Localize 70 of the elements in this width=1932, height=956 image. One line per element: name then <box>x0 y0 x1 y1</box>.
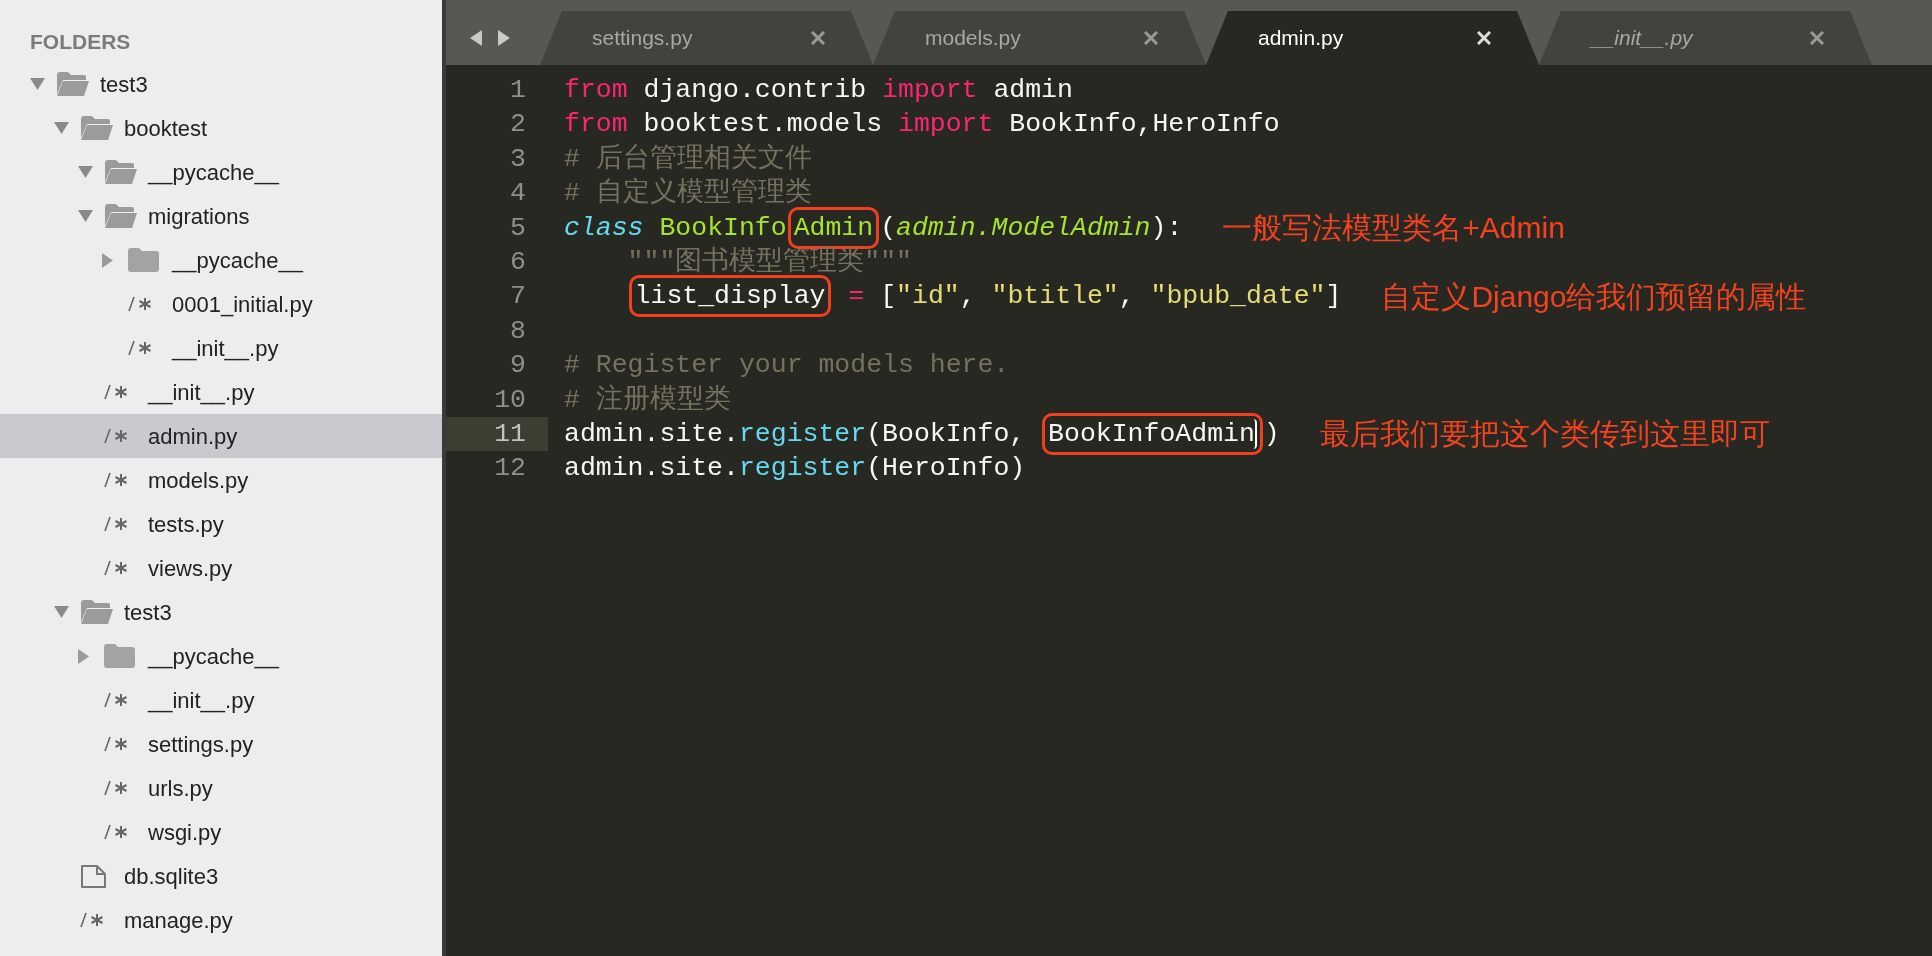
tab[interactable]: models.py <box>873 11 1206 65</box>
tree-item[interactable]: test3 <box>0 62 442 106</box>
tree-item[interactable]: admin.py <box>0 414 442 458</box>
code-line: # 后台管理相关文件 <box>564 142 812 176</box>
line-number: 1 <box>509 74 527 107</box>
code-file-icon <box>128 295 152 313</box>
code-line: admin.site.register(BookInfo, BookInfoAdmin ) <box>564 416 1280 452</box>
code-line: # 自定义模型管理类 <box>564 176 812 211</box>
folder-icon <box>128 248 159 272</box>
open-folder-icon <box>80 116 114 140</box>
tree-item[interactable]: manage.py <box>0 898 442 942</box>
code-file-icon <box>104 427 128 445</box>
open-folder-icon <box>104 160 138 184</box>
line-number: 6 <box>509 245 527 279</box>
tab[interactable]: __init__.py <box>1539 11 1872 65</box>
tree-item[interactable]: views.py <box>0 546 442 590</box>
tree-item[interactable]: settings.py <box>0 722 442 766</box>
tree-item[interactable]: wsgi.py <box>0 810 442 854</box>
sidebar-header: FOLDERS <box>29 29 131 55</box>
tree-item[interactable]: __init__.py <box>0 370 442 414</box>
line-number: 11 <box>446 416 548 452</box>
code-line: # Register your models here. <box>564 349 1010 383</box>
code-line: from booktest.models import BookInfo,HeroInfo <box>564 108 1280 142</box>
tree-item[interactable]: 0001_initial.py <box>0 282 442 326</box>
tree-item[interactable]: __init__.py <box>0 678 442 722</box>
folder-icon <box>104 644 135 668</box>
line-number: 12 <box>493 452 527 486</box>
open-folder-icon <box>104 204 138 228</box>
code-file-icon <box>128 339 152 357</box>
tree-item[interactable]: tests.py <box>0 502 442 546</box>
tree-item[interactable]: models.py <box>0 458 442 502</box>
code-line: # 注册模型类 <box>564 383 731 417</box>
annotation-text: 自定义Django给我们预留的属性 <box>1381 279 1807 314</box>
tree-item[interactable]: __pycache__ <box>0 238 442 282</box>
annotation-text: 一般写法模型类名+Admin <box>1222 210 1565 245</box>
code-line: from django.contrib import admin <box>564 74 1073 107</box>
line-number: 5 <box>509 211 527 245</box>
line-number: 10 <box>493 383 527 417</box>
code-file-icon <box>104 559 128 577</box>
code-file-icon <box>104 515 128 533</box>
open-folder-icon <box>56 72 90 96</box>
annotation-text: 最后我们要把这个类传到这里即可 <box>1319 417 1770 452</box>
file-icon <box>80 863 107 889</box>
tree-item[interactable]: booktest <box>0 106 442 150</box>
line-number: 9 <box>509 349 527 383</box>
tree-item[interactable]: migrations <box>0 194 442 238</box>
code-line: admin.site.register(HeroInfo) <box>564 452 1026 486</box>
code-file-icon <box>104 823 128 841</box>
line-number: 3 <box>509 142 527 176</box>
code-file-icon <box>104 383 128 401</box>
line-number: 4 <box>509 177 527 211</box>
tab[interactable]: settings.py <box>540 11 873 65</box>
code-line: """图书模型管理类""" <box>626 245 913 279</box>
tree-item[interactable]: urls.py <box>0 766 442 810</box>
code-file-icon <box>104 471 128 489</box>
tab[interactable]: admin.py <box>1206 11 1539 65</box>
code-file-icon <box>80 911 104 929</box>
navigation-arrows-icon <box>470 28 510 47</box>
line-number: 8 <box>509 314 527 348</box>
line-number: 2 <box>509 108 527 142</box>
code-file-icon <box>104 691 128 709</box>
line-number: 7 <box>509 280 527 314</box>
tree-item[interactable]: test3 <box>0 590 442 634</box>
tree-item[interactable]: __pycache__ <box>0 634 442 678</box>
open-folder-icon <box>80 600 114 624</box>
code-file-icon <box>104 735 128 753</box>
tree-item[interactable]: db.sqlite3 <box>0 854 442 898</box>
code-file-icon <box>104 779 128 797</box>
tree-item[interactable]: __init__.py <box>0 326 442 370</box>
tree-item[interactable]: __pycache__ <box>0 150 442 194</box>
